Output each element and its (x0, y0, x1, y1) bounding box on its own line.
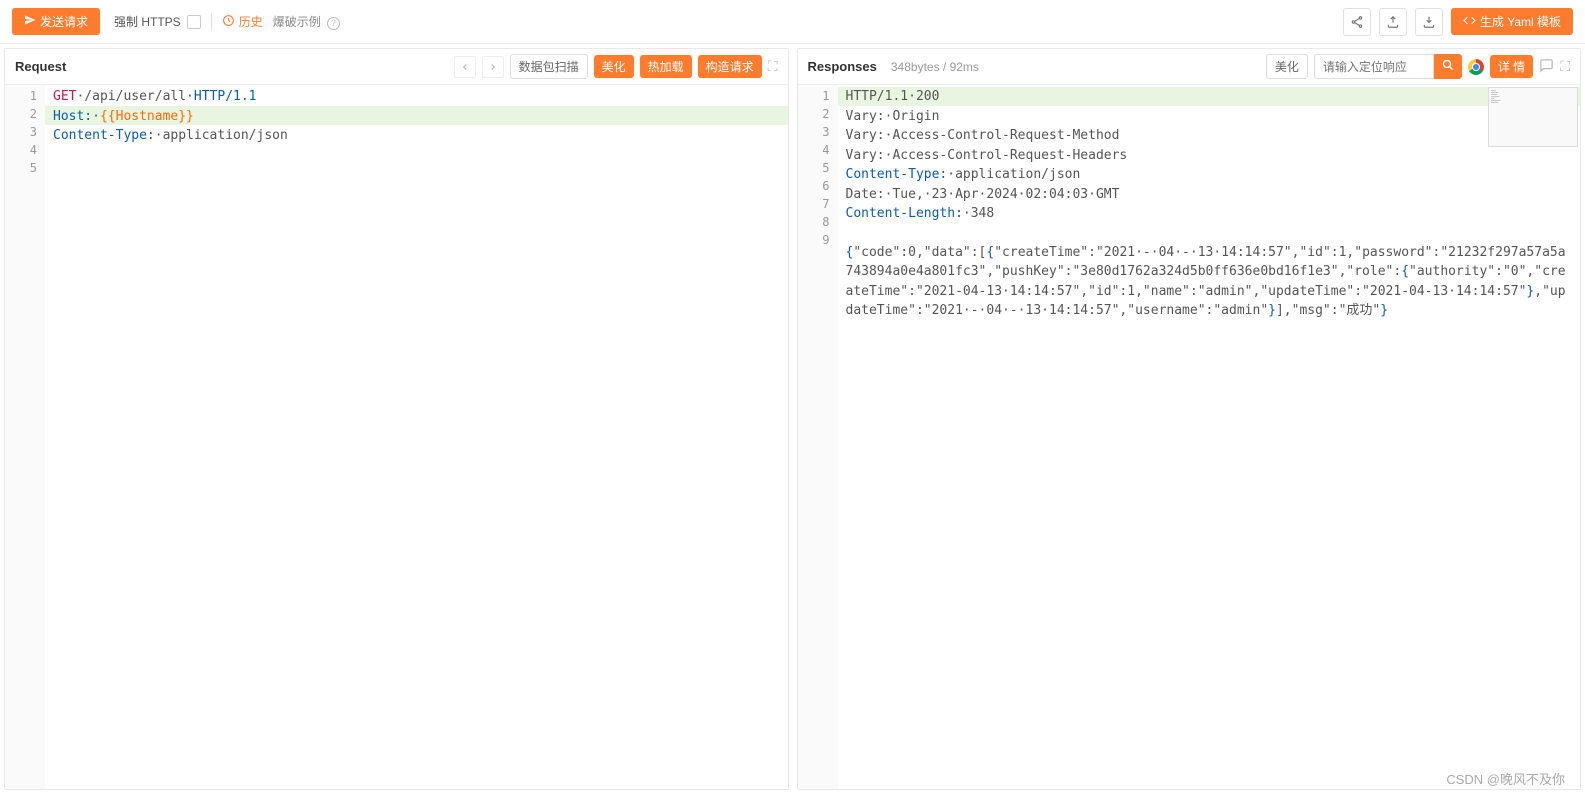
watermark: CSDN @晚风不及你 (1446, 769, 1565, 788)
response-lines: HTTP/1.1·200Vary:·OriginVary:·Access-Con… (838, 85, 1581, 789)
history-button[interactable]: 历史 (222, 13, 263, 30)
response-header: Responses 348bytes / 92ms 美化 详 情 ⛶ (798, 49, 1581, 85)
scan-button[interactable]: 数据包扫描 (510, 54, 588, 79)
next-button[interactable] (482, 56, 504, 78)
chevron-right-icon (488, 62, 498, 72)
expand-response-button[interactable]: ⛶ (1560, 58, 1570, 75)
expand-request-button[interactable]: ⛶ (768, 58, 778, 75)
request-title: Request (15, 59, 66, 74)
toolbar-right: 生成 Yaml 模板 (1343, 8, 1573, 36)
scan-label: 数据包扫描 (519, 60, 579, 74)
divider (211, 13, 212, 31)
gen-yaml-label: 生成 Yaml 模板 (1480, 13, 1561, 30)
send-icon (24, 14, 36, 29)
force-https-label: 强制 HTTPS (114, 13, 181, 30)
request-header: Request 数据包扫描 美化 热加载 构造请求 ⛶ (5, 49, 788, 85)
request-panel: Request 数据包扫描 美化 热加载 构造请求 ⛶ 12345 GET·/a… (4, 48, 789, 790)
beautify-label: 美化 (602, 60, 626, 74)
main-split: Request 数据包扫描 美化 热加载 构造请求 ⛶ 12345 GET·/a… (0, 44, 1585, 794)
history-label: 历史 (239, 13, 263, 30)
share-icon (1350, 15, 1364, 29)
clock-icon (222, 14, 235, 30)
response-meta: 348bytes / 92ms (891, 60, 979, 74)
chevron-left-icon (460, 62, 470, 72)
response-title: Responses (808, 59, 877, 74)
request-editor[interactable]: 12345 GET·/api/user/all·HTTP/1.1Host:·{{… (5, 85, 788, 789)
request-gutter: 12345 (5, 85, 45, 789)
response-search-button[interactable] (1434, 54, 1462, 79)
force-https-checkbox[interactable] (187, 15, 201, 29)
code-icon (1463, 14, 1476, 30)
detail-label: 详 情 (1498, 60, 1525, 74)
example-label: 爆破示例 (273, 15, 321, 29)
response-editor[interactable]: 123456789 HTTP/1.1·200Vary:·OriginVary:·… (798, 85, 1581, 789)
import-button[interactable] (1415, 8, 1443, 36)
top-toolbar: 发送请求 强制 HTTPS 历史 爆破示例 ? 生成 Yaml 模板 (0, 0, 1585, 44)
response-gutter: 123456789 (798, 85, 838, 789)
construct-button[interactable]: 构造请求 (698, 55, 762, 78)
response-search-input[interactable] (1314, 54, 1434, 79)
search-icon (1442, 59, 1454, 71)
export-icon (1386, 15, 1400, 29)
prev-button[interactable] (454, 56, 476, 78)
export-button[interactable] (1379, 8, 1407, 36)
import-icon (1422, 15, 1436, 29)
request-lines: GET·/api/user/all·HTTP/1.1Host:·{{Hostna… (45, 85, 788, 789)
detail-button[interactable]: 详 情 (1490, 55, 1533, 78)
chrome-icon[interactable] (1468, 59, 1484, 75)
beautify-request-button[interactable]: 美化 (594, 55, 634, 78)
beautify-response-button[interactable]: 美化 (1266, 54, 1308, 79)
beautify-resp-label: 美化 (1275, 60, 1299, 74)
gen-yaml-button[interactable]: 生成 Yaml 模板 (1451, 8, 1573, 35)
help-icon: ? (327, 17, 340, 30)
send-label: 发送请求 (40, 13, 88, 30)
send-request-button[interactable]: 发送请求 (12, 8, 100, 35)
example-button[interactable]: 爆破示例 ? (273, 13, 340, 30)
hot-reload-label: 热加载 (648, 60, 684, 74)
response-panel: Responses 348bytes / 92ms 美化 详 情 ⛶ 123 (797, 48, 1582, 790)
chat-icon[interactable] (1539, 58, 1554, 76)
construct-label: 构造请求 (706, 60, 754, 74)
share-button[interactable] (1343, 8, 1371, 36)
hot-reload-button[interactable]: 热加载 (640, 55, 692, 78)
